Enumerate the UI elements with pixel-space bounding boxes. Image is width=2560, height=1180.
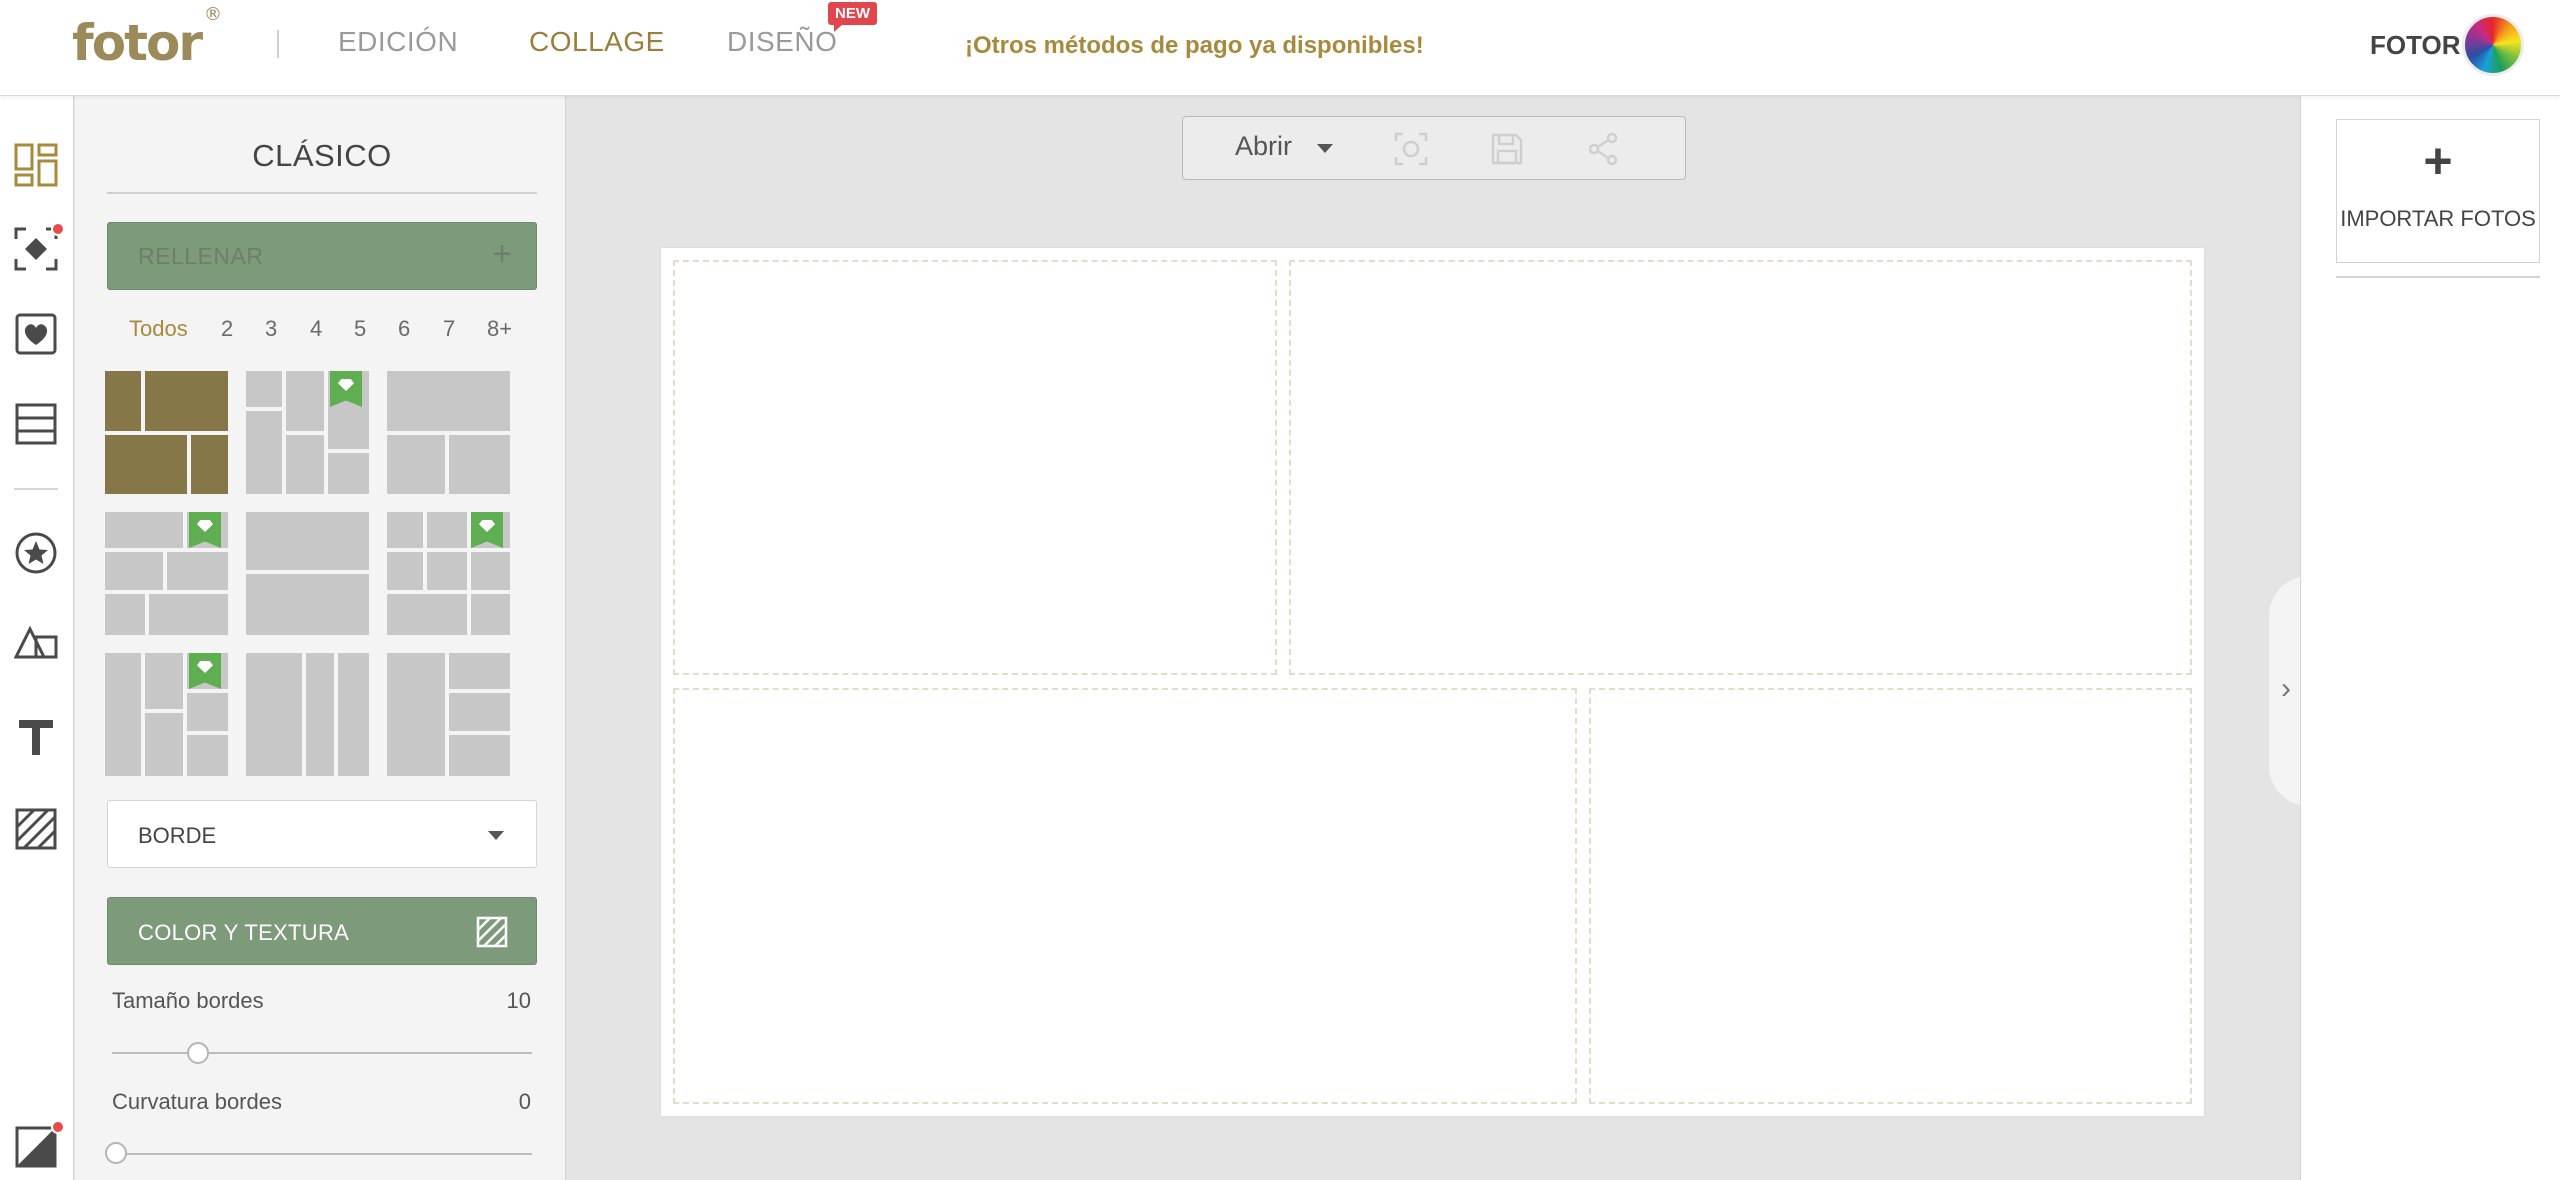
plus-icon: +: [2423, 133, 2453, 189]
caret-down-icon[interactable]: [1317, 144, 1333, 153]
color-texture-button[interactable]: COLOR Y TEXTURA: [107, 897, 537, 965]
canvas-toolbar: Abrir: [1182, 116, 1686, 180]
layout-thumbnail[interactable]: [246, 512, 369, 635]
logo-divider: [277, 30, 279, 58]
border-curve-value: 0: [518, 1089, 531, 1114]
nav-collage[interactable]: COLLAGE: [529, 26, 665, 58]
photos-panel-divider: [2336, 276, 2540, 278]
star-icon[interactable]: [13, 530, 59, 576]
photos-panel: + IMPORTAR FOTOS: [2300, 96, 2560, 1180]
border-size-slider-thumb[interactable]: [187, 1042, 209, 1064]
import-photos-button[interactable]: + IMPORTAR FOTOS: [2336, 119, 2540, 263]
plus-icon: +: [492, 235, 512, 273]
filter-8-plus[interactable]: 8+: [487, 316, 512, 342]
filter-6[interactable]: 6: [398, 316, 410, 342]
collage-canvas: [661, 248, 2204, 1116]
nav-edicion[interactable]: EDICIÓN: [338, 26, 458, 58]
chevron-right-icon: ›: [2281, 672, 2291, 705]
filter-2[interactable]: 2: [221, 316, 233, 342]
layout-thumbnail-selected[interactable]: [105, 371, 228, 494]
collage-cell-3[interactable]: [673, 688, 1577, 1104]
import-photos-label: IMPORTAR FOTOS: [2340, 206, 2536, 231]
canvas-workspace: Abrir ›: [567, 96, 2309, 1180]
fill-button-label: RELLENAR: [138, 243, 264, 269]
color-texture-label: COLOR Y TEXTURA: [138, 920, 350, 945]
texture-icon[interactable]: [13, 806, 59, 852]
layout-thumbnail[interactable]: [105, 653, 228, 776]
layout-thumbnail[interactable]: [105, 512, 228, 635]
panel-title-divider: [107, 192, 537, 194]
icon-bar-divider: [14, 488, 58, 490]
border-size-value: 10: [506, 988, 531, 1013]
filter-5[interactable]: 5: [354, 316, 366, 342]
border-curve-slider[interactable]: [112, 1153, 532, 1155]
collage-cell-4[interactable]: [1589, 688, 2192, 1104]
notification-dot: [51, 1120, 65, 1134]
open-button[interactable]: Abrir: [1235, 131, 1292, 162]
border-curve-slider-thumb[interactable]: [105, 1142, 127, 1164]
tool-icon-bar: [0, 96, 74, 1180]
filter-7[interactable]: 7: [443, 316, 455, 342]
account-label[interactable]: FOTOR: [2370, 30, 2461, 61]
border-dropdown[interactable]: BORDE: [107, 800, 537, 868]
fotor-logo[interactable]: fotor ®: [72, 4, 222, 72]
fill-button[interactable]: RELLENAR +: [107, 222, 537, 290]
layout-grid: [105, 371, 541, 776]
filter-4[interactable]: 4: [310, 316, 322, 342]
border-size-slider[interactable]: [112, 1052, 532, 1054]
new-badge: NEW: [828, 2, 877, 32]
share-icon[interactable]: [1585, 131, 1621, 167]
text-icon[interactable]: [13, 714, 59, 760]
account-avatar-icon[interactable]: [2462, 14, 2524, 76]
promo-banner[interactable]: ¡Otros métodos de pago ya disponibles!: [965, 32, 1424, 60]
layout-thumbnail[interactable]: [387, 371, 510, 494]
stitch-icon[interactable]: [13, 222, 65, 272]
layout-thumbnail[interactable]: [246, 653, 369, 776]
logo-text: fotor: [72, 14, 203, 72]
caret-down-icon: [488, 831, 504, 840]
nav-diseno[interactable]: DISEÑO: [727, 26, 837, 58]
background-icon[interactable]: [13, 1120, 65, 1170]
layout-thumbnail[interactable]: [387, 653, 510, 776]
filter-3[interactable]: 3: [265, 316, 277, 342]
logo-mark: ®: [204, 4, 222, 26]
layout-thumbnail[interactable]: [387, 512, 510, 635]
collage-cell-1[interactable]: [673, 260, 1277, 675]
panel-title: CLÁSICO: [252, 138, 392, 173]
collage-options-panel: CLÁSICO RELLENAR + Todos 2 3 4 5 6 7 8+: [75, 96, 566, 1180]
layout-icon[interactable]: [13, 142, 59, 188]
border-curve-label: Curvatura bordes: [112, 1089, 282, 1114]
collage-cell-2[interactable]: [1289, 260, 2192, 675]
piece-count-filters: Todos 2 3 4 5 6 7 8+: [107, 316, 537, 352]
save-icon[interactable]: [1489, 131, 1525, 167]
screenshot-icon[interactable]: [1393, 131, 1429, 167]
shapes-icon[interactable]: [13, 622, 59, 668]
rows-icon[interactable]: [13, 401, 59, 447]
top-bar: fotor ® EDICIÓN COLLAGE DISEÑO NEW ¡Otros…: [0, 0, 2560, 96]
filter-todos[interactable]: Todos: [129, 316, 188, 342]
layout-thumbnail[interactable]: [246, 371, 369, 494]
sticker-heart-icon[interactable]: [13, 311, 59, 357]
notification-dot: [51, 222, 65, 236]
border-dropdown-label: BORDE: [138, 823, 217, 848]
texture-icon: [476, 916, 508, 948]
border-size-label: Tamaño bordes: [112, 988, 264, 1013]
